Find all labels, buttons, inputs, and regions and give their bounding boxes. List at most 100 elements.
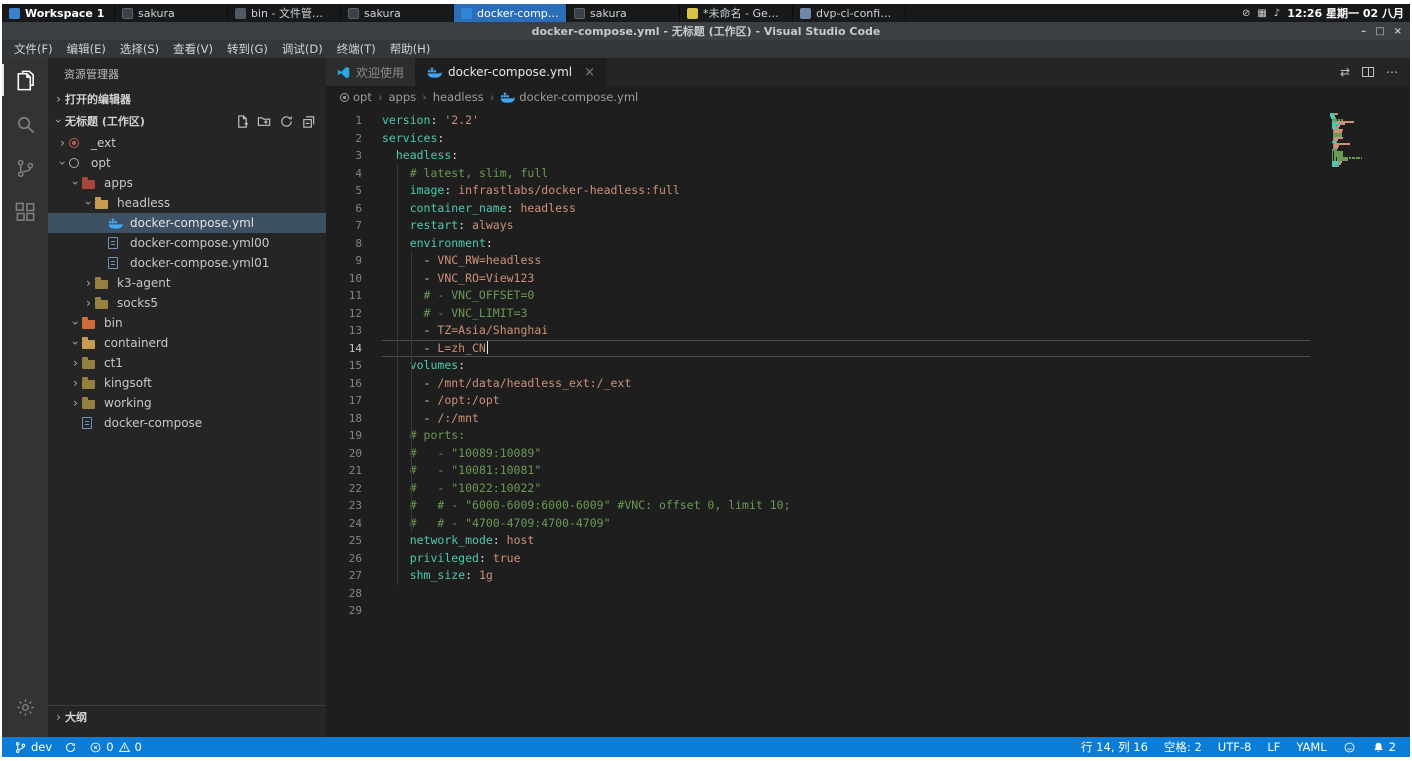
code-line[interactable]: 22 # - "10022:10022" <box>326 480 1410 498</box>
tree-item[interactable]: ›working <box>48 393 326 413</box>
feedback-smiley-icon[interactable] <box>1335 741 1364 754</box>
taskbar-item[interactable]: Workspace 1 <box>2 4 115 22</box>
open-editors-header[interactable]: › 打开的编辑器 <box>48 88 326 110</box>
code-line[interactable]: 1version: '2.2' <box>326 112 1410 130</box>
encoding-indicator[interactable]: UTF-8 <box>1210 740 1260 754</box>
code-line[interactable]: 3 headless: <box>326 147 1410 165</box>
code-line[interactable]: 8 environment: <box>326 235 1410 253</box>
tree-item[interactable]: docker-compose.yml <box>48 213 326 233</box>
problems-indicator[interactable]: 0 0 <box>83 740 148 754</box>
gear-icon[interactable] <box>2 685 48 729</box>
code-line[interactable]: 21 # - "10081:10081" <box>326 462 1410 480</box>
code-line[interactable]: 25 network_mode: host <box>326 532 1410 550</box>
source-control-icon[interactable] <box>2 146 48 190</box>
code-line[interactable]: 12 # - VNC_LIMIT=3 <box>326 305 1410 323</box>
close-button[interactable]: × <box>1394 26 1402 37</box>
tree-item[interactable]: ›ct1 <box>48 353 326 373</box>
code-line[interactable]: 15 volumes: <box>326 357 1410 375</box>
menu-item[interactable]: 转到(G) <box>220 41 275 57</box>
breadcrumb-item[interactable]: docker-compose.yml <box>519 90 638 104</box>
tree-item[interactable]: ›socks5 <box>48 293 326 313</box>
cursor-position[interactable]: 行 14, 列 16 <box>1073 739 1156 755</box>
code-line[interactable]: 19 # ports: <box>326 427 1410 445</box>
menu-item[interactable]: 帮助(H) <box>383 41 438 57</box>
menu-item[interactable]: 终端(T) <box>330 41 383 57</box>
more-actions-icon[interactable]: ⋯ <box>1386 65 1398 79</box>
close-tab-icon[interactable]: × <box>584 65 595 80</box>
language-mode[interactable]: YAML <box>1288 740 1334 754</box>
code-line[interactable]: 10 - VNC_RO=View123 <box>326 270 1410 288</box>
code-line[interactable]: 11 # - VNC_OFFSET=0 <box>326 287 1410 305</box>
code-line[interactable]: 6 container_name: headless <box>326 200 1410 218</box>
code-line[interactable]: 18 - /:/mnt <box>326 410 1410 428</box>
tree-item[interactable]: ›kingsoft <box>48 373 326 393</box>
do-not-disturb-icon[interactable]: ⊘ <box>1242 8 1250 19</box>
maximize-button[interactable]: □ <box>1375 26 1384 37</box>
tree-item[interactable]: docker-compose <box>48 413 326 433</box>
tree-item[interactable]: ›opt <box>48 153 326 173</box>
code-line[interactable]: 20 # - "10089:10089" <box>326 445 1410 463</box>
code-editor[interactable]: 1version: '2.2'2services:3 headless:4 # … <box>326 108 1410 737</box>
code-line[interactable]: 9 - VNC_RW=headless <box>326 252 1410 270</box>
calendar-icon[interactable]: ▦ <box>1257 8 1266 19</box>
tree-item[interactable]: ›headless <box>48 193 326 213</box>
extensions-icon[interactable] <box>2 190 48 234</box>
volume-icon[interactable]: ♪ <box>1274 8 1280 19</box>
tree-item[interactable]: docker-compose.yml01 <box>48 253 326 273</box>
breadcrumb-item[interactable]: headless <box>433 90 484 104</box>
compare-changes-icon[interactable]: ⇄ <box>1340 65 1350 79</box>
taskbar-item[interactable]: bin - 文件管理器 <box>228 4 341 22</box>
tree-item[interactable]: ›_ext <box>48 133 326 153</box>
breadcrumb-item[interactable]: apps <box>388 90 416 104</box>
indentation-indicator[interactable]: 空格: 2 <box>1156 739 1210 755</box>
tree-item[interactable]: ›containerd <box>48 333 326 353</box>
taskbar-item[interactable]: *未命名 - Geany <box>680 4 793 22</box>
git-branch-indicator[interactable]: dev <box>8 740 58 754</box>
collapse-all-icon[interactable] <box>301 114 316 129</box>
taskbar-item[interactable]: sakura <box>341 4 454 22</box>
code-line[interactable]: 14 - L=zh_CN <box>326 340 1410 358</box>
clock[interactable]: 12:26 星期一 02 八月 <box>1287 5 1404 21</box>
tree-item[interactable]: docker-compose.yml00 <box>48 233 326 253</box>
tab-welcome[interactable]: 欢迎使用 <box>326 58 416 86</box>
tab-docker-compose[interactable]: docker-compose.yml× <box>416 58 607 86</box>
sync-button[interactable] <box>58 741 83 754</box>
notifications-bell[interactable]: 2 <box>1364 740 1404 754</box>
minimize-button[interactable]: – <box>1361 26 1366 37</box>
new-file-icon[interactable] <box>235 114 250 129</box>
code-line[interactable]: 24 # # - "4700-4709:4700-4709" <box>326 515 1410 533</box>
taskbar-item[interactable]: docker-compose.y… <box>454 4 567 22</box>
new-folder-icon[interactable] <box>257 114 272 129</box>
code-line[interactable]: 5 image: infrastlabs/docker-headless:ful… <box>326 182 1410 200</box>
code-line[interactable]: 13 - TZ=Asia/Shanghai <box>326 322 1410 340</box>
code-line[interactable]: 29 <box>326 602 1410 620</box>
code-line[interactable]: 2services: <box>326 130 1410 148</box>
tree-item[interactable]: ›bin <box>48 313 326 333</box>
refresh-icon[interactable] <box>279 114 294 129</box>
taskbar-item[interactable]: dvp-ci-config - [/o… <box>793 4 906 22</box>
code-line[interactable]: 28 <box>326 585 1410 603</box>
breadcrumb-item[interactable]: opt <box>353 90 372 104</box>
menu-item[interactable]: 调试(D) <box>275 41 330 57</box>
tree-item[interactable]: ›k3-agent <box>48 273 326 293</box>
workspace-header[interactable]: › 无标题 (工作区) <box>48 110 326 132</box>
explorer-icon[interactable] <box>2 58 48 102</box>
taskbar-item[interactable]: sakura <box>567 4 680 22</box>
search-icon[interactable] <box>2 102 48 146</box>
eol-indicator[interactable]: LF <box>1259 740 1288 754</box>
code-line[interactable]: 27 shm_size: 1g <box>326 567 1410 585</box>
code-line[interactable]: 7 restart: always <box>326 217 1410 235</box>
split-editor-icon[interactable] <box>1362 67 1374 77</box>
taskbar-item[interactable]: sakura <box>115 4 228 22</box>
code-line[interactable]: 23 # # - "6000-6009:6000-6009" #VNC: off… <box>326 497 1410 515</box>
outline-header[interactable]: › 大纲 <box>48 705 326 727</box>
menu-item[interactable]: 编辑(E) <box>60 41 113 57</box>
tree-item[interactable]: ›apps <box>48 173 326 193</box>
code-line[interactable]: 16 - /mnt/data/headless_ext:/_ext <box>326 375 1410 393</box>
menu-item[interactable]: 选择(S) <box>113 41 166 57</box>
code-line[interactable]: 4 # latest, slim, full <box>326 165 1410 183</box>
titlebar[interactable]: docker-compose.yml - 无标题 (工作区) - Visual … <box>2 22 1410 40</box>
code-line[interactable]: 26 privileged: true <box>326 550 1410 568</box>
code-line[interactable]: 17 - /opt:/opt <box>326 392 1410 410</box>
minimap[interactable] <box>1330 113 1392 171</box>
